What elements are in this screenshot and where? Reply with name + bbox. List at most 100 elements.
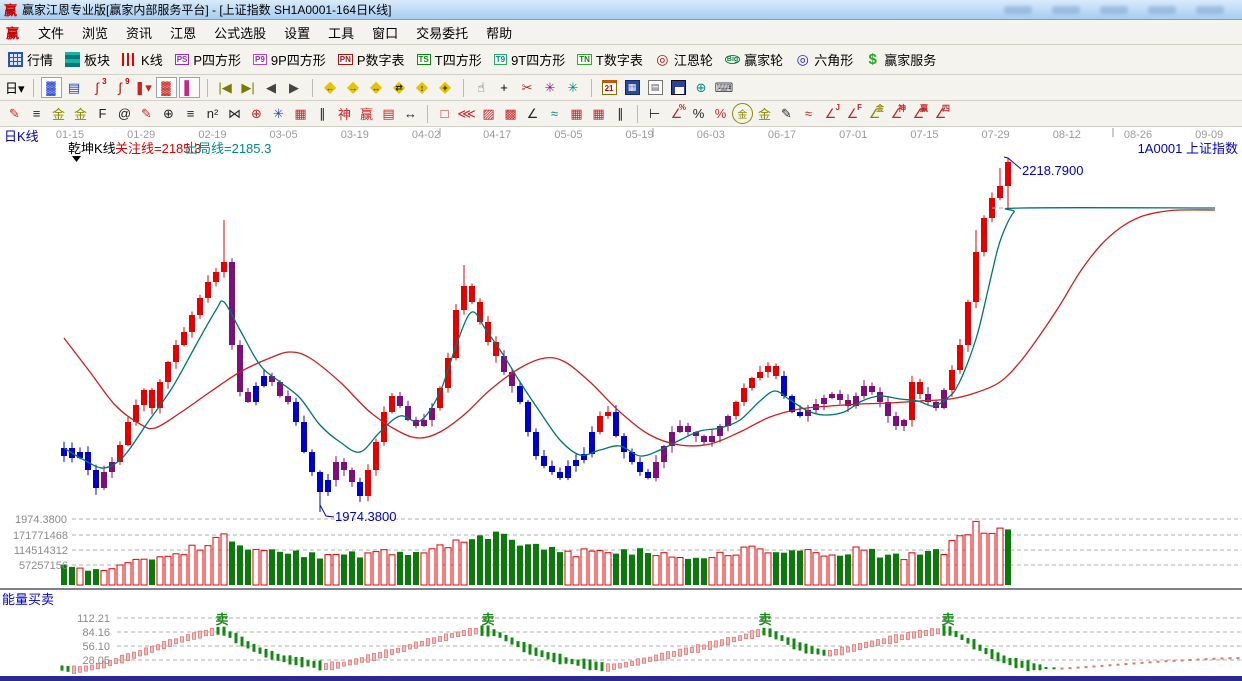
toolbar-item-sector-blocks[interactable]: 板块: [65, 50, 110, 69]
web-grid-button[interactable]: ▦: [290, 103, 311, 124]
wave-3-button[interactable]: ∫3: [87, 77, 108, 98]
menu-item-1[interactable]: 浏览: [73, 21, 117, 44]
toolbar-item-winner-wheel[interactable]: Big赢家轮: [725, 50, 783, 69]
calculator-button[interactable]: ▦: [622, 77, 643, 98]
step-back-button[interactable]: ◀: [261, 77, 282, 98]
percent-line-button[interactable]: %: [710, 103, 731, 124]
diamond-left-button[interactable]: ◆←: [320, 77, 341, 98]
main-chart[interactable]: 01-1501-2902-1903-0503-1904-0204-1705-05…: [0, 127, 1242, 681]
net-globe-button[interactable]: ⊕: [691, 77, 712, 98]
toolbar-item-p-number-table[interactable]: PNP数字表: [338, 50, 405, 69]
grid-a-button[interactable]: ▦: [566, 103, 587, 124]
toolbar-item-9t-square[interactable]: T99T四方形: [494, 50, 566, 69]
skip-end-button[interactable]: ▶|: [238, 77, 259, 98]
fan-box-button[interactable]: ▨: [478, 103, 499, 124]
pattern-blue-button[interactable]: ▓: [41, 77, 62, 98]
info-doc-button[interactable]: ▤: [64, 77, 85, 98]
angle-gold-button[interactable]: ∠金: [864, 103, 885, 124]
pencil-angle-button[interactable]: ✎: [136, 103, 157, 124]
calendar-21-button[interactable]: 21: [599, 77, 620, 98]
ruler-grid-button[interactable]: ▤: [378, 103, 399, 124]
menu-item-3[interactable]: 江恩: [161, 21, 205, 44]
period-day-button[interactable]: 日▾: [4, 77, 26, 98]
toolbar-item-9p-square[interactable]: P99P四方形: [253, 50, 326, 69]
stamp-teal-button[interactable]: ✳: [563, 77, 584, 98]
toolbar-item-t-number-table[interactable]: TNT数字表: [577, 50, 643, 69]
cycle-circle-button[interactable]: ⊕: [158, 103, 179, 124]
angle-win-button[interactable]: ∠赢: [908, 103, 929, 124]
angle-si-button[interactable]: ∠四: [930, 103, 951, 124]
width-arrows-button[interactable]: ↔: [400, 103, 421, 124]
angle-lines-button[interactable]: ∠: [522, 103, 543, 124]
grid-b-button[interactable]: ▦: [588, 103, 609, 124]
volume-bar: [269, 549, 275, 585]
toolbar-item-market-quotes[interactable]: 行情: [8, 50, 53, 69]
price-scissors-button[interactable]: ✂: [517, 77, 538, 98]
toolbar-item-winner-service[interactable]: $赢家服务: [865, 50, 936, 69]
scale-steps-button[interactable]: ⊢: [644, 103, 665, 124]
diamond-v-arrows-button[interactable]: ◆↕: [412, 77, 433, 98]
kline-style-label[interactable]: 乾坤K线: [68, 141, 116, 156]
diamond-h-expand-button[interactable]: ◆↔: [366, 77, 387, 98]
gold-wave-button[interactable]: ≈: [798, 103, 819, 124]
angle-shen-button[interactable]: ∠神: [886, 103, 907, 124]
hash-lines-button[interactable]: ≡: [26, 103, 47, 124]
pencil-bar-button[interactable]: ✎: [776, 103, 797, 124]
candle-style-button[interactable]: ❚▾: [133, 77, 154, 98]
fib-f-button[interactable]: F: [92, 103, 113, 124]
percent-button[interactable]: %: [688, 103, 709, 124]
gold-circle-button[interactable]: 金: [732, 103, 753, 124]
toolbar-item-label: 六角形: [814, 50, 853, 69]
spiral-button[interactable]: @: [114, 103, 135, 124]
angle-f-button[interactable]: ∠F: [842, 103, 863, 124]
bar-count-button[interactable]: ∥: [312, 103, 333, 124]
wave-lines-button[interactable]: ≈: [544, 103, 565, 124]
histogram-button[interactable]: ▌: [179, 77, 200, 98]
step-forward-button[interactable]: ▶: [284, 77, 305, 98]
win-tool-button[interactable]: 赢: [356, 103, 377, 124]
n-squared-button[interactable]: n²: [202, 103, 223, 124]
star-grid-button[interactable]: ✳: [268, 103, 289, 124]
menu-item-8[interactable]: 交易委托: [407, 21, 477, 44]
gold-line-a-button[interactable]: 金: [48, 103, 69, 124]
stamp-purple-button[interactable]: ✳: [540, 77, 561, 98]
skip-start-button[interactable]: |◀: [215, 77, 236, 98]
web-box-button[interactable]: ▩: [500, 103, 521, 124]
fan-lines-button[interactable]: ⋘: [456, 103, 477, 124]
diamond-cross-button[interactable]: ◆+: [435, 77, 456, 98]
hand-drag-button[interactable]: ☝: [471, 77, 492, 98]
toolbar-item-kline[interactable]: K线: [122, 50, 163, 69]
shen-tool-button[interactable]: 神: [334, 103, 355, 124]
hash-lines-2-button[interactable]: ≡: [180, 103, 201, 124]
menu-item-7[interactable]: 窗口: [363, 21, 407, 44]
toolbar-item-gann-wheel[interactable]: ◎江恩轮: [655, 50, 713, 69]
percent-angle-button[interactable]: ∠%: [666, 103, 687, 124]
parallel-lines-button[interactable]: ∥: [610, 103, 631, 124]
gold-hash-button[interactable]: 金: [754, 103, 775, 124]
wave-9-button[interactable]: ∫9: [110, 77, 131, 98]
menu-item-4[interactable]: 公式选股: [205, 21, 275, 44]
pencil-button[interactable]: ✎: [4, 103, 25, 124]
crosshair-button[interactable]: +: [494, 77, 515, 98]
menu-item-0[interactable]: 文件: [29, 21, 73, 44]
angle-j-button[interactable]: ∠J: [820, 103, 841, 124]
menu-item-6[interactable]: 工具: [319, 21, 363, 44]
save-disk-button[interactable]: [668, 77, 689, 98]
mirror-angle-button[interactable]: ⋈: [224, 103, 245, 124]
menu-item-9[interactable]: 帮助: [477, 21, 521, 44]
toolbar-item-p-square[interactable]: PSP四方形: [175, 50, 241, 69]
kline-style-dropdown-icon[interactable]: [72, 156, 81, 162]
notepad-button[interactable]: ▤: [645, 77, 666, 98]
diamond-h-compress-button[interactable]: ◆⇄: [389, 77, 410, 98]
gold-line-b-button[interactable]: 金: [70, 103, 91, 124]
target-circle-button[interactable]: ⊕: [246, 103, 267, 124]
pattern-red-button[interactable]: ▓: [156, 77, 177, 98]
rect-box-button[interactable]: □: [434, 103, 455, 124]
menu-item-5[interactable]: 设置: [275, 21, 319, 44]
diamond-right-button[interactable]: ◆→: [343, 77, 364, 98]
workstation-button[interactable]: ⌨: [714, 77, 735, 98]
toolbar-item-hexagon[interactable]: ◎六角形: [795, 50, 853, 69]
indicator-bar-down: [1033, 663, 1036, 670]
menu-item-2[interactable]: 资讯: [117, 21, 161, 44]
toolbar-item-t-square[interactable]: TST四方形: [417, 50, 482, 69]
